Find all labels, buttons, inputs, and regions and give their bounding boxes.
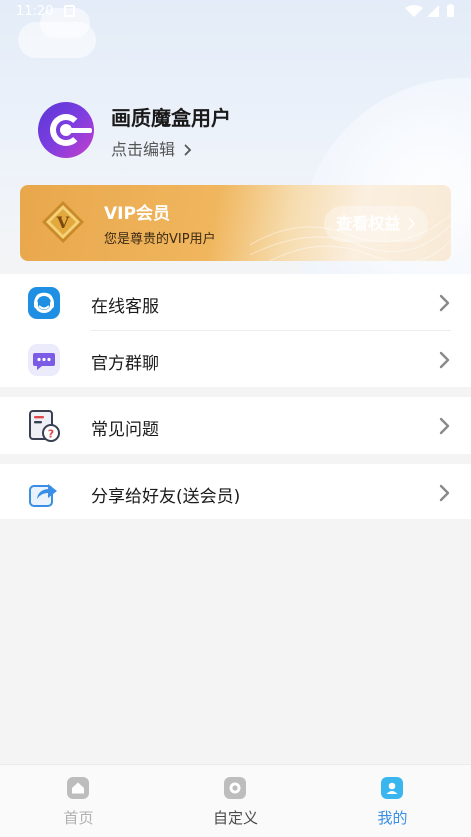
tab-label: 首页 [63, 809, 94, 827]
menu-group-share: 分享给好友(送会员) [0, 464, 471, 519]
logo-bar [66, 128, 92, 133]
tab-label: 自定义 [212, 809, 258, 827]
profile-section[interactable]: 画质魔盒用户 点击编辑 [38, 100, 438, 160]
edit-profile-label: 点击编辑 [111, 140, 176, 159]
group-chat-icon [28, 344, 60, 376]
customer-service-icon [28, 287, 60, 319]
faq-icon: ? [28, 410, 60, 442]
tab-label: 我的 [377, 809, 408, 827]
menu-item-label: 常见问题 [91, 420, 159, 440]
menu-item-faq[interactable]: ? 常见问题 [0, 397, 471, 454]
chevron-right-icon [408, 217, 415, 230]
vip-subtitle: 您是尊贵的VIP用户 [104, 232, 216, 247]
menu-item-label: 官方群聊 [91, 354, 159, 374]
view-benefits-label: 查看权益 [336, 214, 401, 233]
chevron-right-icon [439, 351, 450, 369]
tab-mine[interactable]: 我的 [314, 765, 471, 837]
share-icon [28, 477, 60, 509]
menu-group-faq: ? 常见问题 [0, 397, 471, 454]
vip-card[interactable]: V VIP会员 您是尊贵的VIP用户 查看权益 [20, 185, 451, 261]
status-bar: 11:20 [0, 0, 471, 26]
status-time: 11:20 [16, 4, 54, 19]
svg-text:?: ? [48, 428, 54, 441]
svg-text:V: V [56, 213, 70, 232]
chevron-right-icon [439, 294, 450, 312]
vip-title: VIP会员 [104, 204, 170, 224]
home-icon [67, 777, 89, 799]
profile-name: 画质魔盒用户 [111, 106, 231, 130]
chevron-right-icon [439, 484, 450, 502]
menu-item-share[interactable]: 分享给好友(送会员) [0, 464, 471, 521]
tab-custom[interactable]: 自定义 [157, 765, 314, 837]
menu-item-official-group[interactable]: 官方群聊 [0, 331, 471, 388]
custom-icon [224, 777, 246, 799]
notification-icon [64, 5, 75, 17]
menu-group-support: 在线客服 官方群聊 [0, 274, 471, 387]
view-benefits-button[interactable]: 查看权益 [324, 206, 428, 242]
signal-battery-icon [405, 4, 457, 22]
bottom-tab-bar: 首页 自定义 我的 [0, 764, 471, 837]
tab-home[interactable]: 首页 [0, 765, 157, 837]
vip-diamond-icon: V [40, 199, 86, 245]
edit-profile-link[interactable]: 点击编辑 [111, 136, 192, 160]
profile-icon [381, 777, 403, 799]
chevron-right-icon [179, 141, 192, 159]
menu-item-online-service[interactable]: 在线客服 [0, 274, 471, 331]
avatar[interactable] [38, 102, 94, 158]
menu-item-label: 分享给好友(送会员) [91, 487, 241, 507]
menu-item-label: 在线客服 [91, 297, 159, 317]
chevron-right-icon [439, 417, 450, 435]
